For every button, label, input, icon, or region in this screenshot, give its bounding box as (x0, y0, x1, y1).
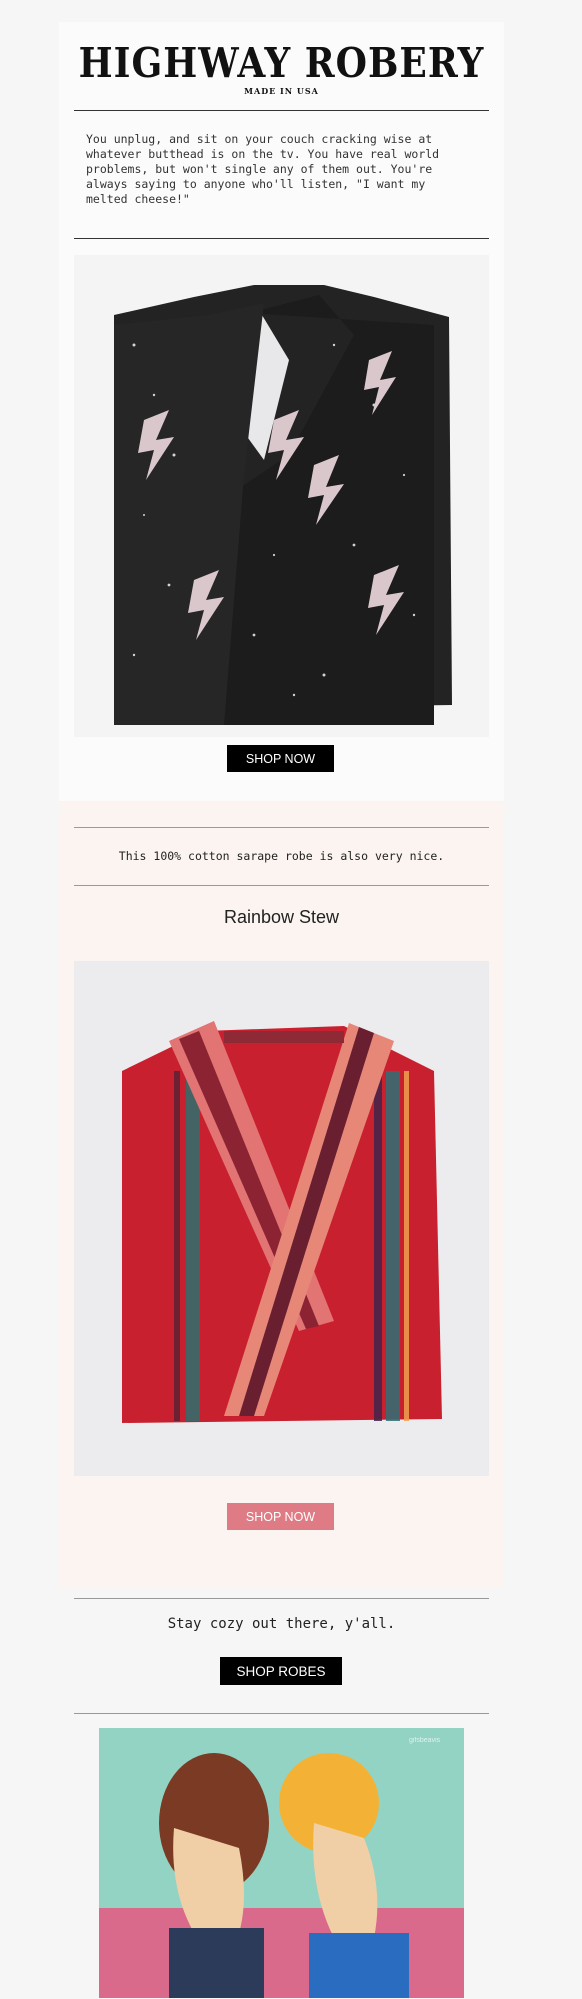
divider (74, 827, 489, 828)
brand-logo[interactable]: HIGHWAY ROBERY MADE IN USA (59, 38, 504, 96)
closing-message: Stay cozy out there, y'all. (167, 1616, 396, 1632)
hero-section: HIGHWAY ROBERY MADE IN USA You unplug, a… (59, 22, 504, 801)
divider (74, 885, 489, 886)
lightning-robe-illustration (74, 255, 489, 737)
divider (74, 238, 489, 239)
closing-section: Stay cozy out there, y'all. SHOP ROBES g… (59, 1588, 504, 1999)
intro-paragraph: You unplug, and sit on your couch cracki… (86, 132, 440, 206)
couch-cartoon-illustration: gifsbeavis (99, 1728, 464, 1998)
email-container: HIGHWAY ROBERY MADE IN USA You unplug, a… (59, 22, 504, 1999)
sarape-robe-illustration (74, 961, 489, 1476)
product-title[interactable]: Rainbow Stew (59, 907, 504, 928)
product-note: This 100% cotton sarape robe is also ver… (118, 849, 445, 863)
brand-tagline: MADE IN USA (244, 86, 319, 96)
beavis-butthead-gif[interactable]: gifsbeavis (99, 1728, 464, 1998)
divider (74, 110, 489, 111)
shop-robes-button[interactable]: SHOP ROBES (220, 1657, 342, 1685)
product-section: This 100% cotton sarape robe is also ver… (59, 801, 504, 1588)
gif-credit: gifsbeavis (409, 1737, 441, 1744)
sarape-robe-image[interactable] (74, 961, 489, 1476)
divider (74, 1598, 489, 1599)
shop-now-button[interactable]: SHOP NOW (227, 745, 334, 772)
shop-now-button[interactable]: SHOP NOW (227, 1503, 334, 1530)
brand-name: HIGHWAY ROBERY (78, 38, 485, 88)
lightning-robe-image[interactable] (74, 255, 489, 737)
divider (74, 1713, 489, 1714)
